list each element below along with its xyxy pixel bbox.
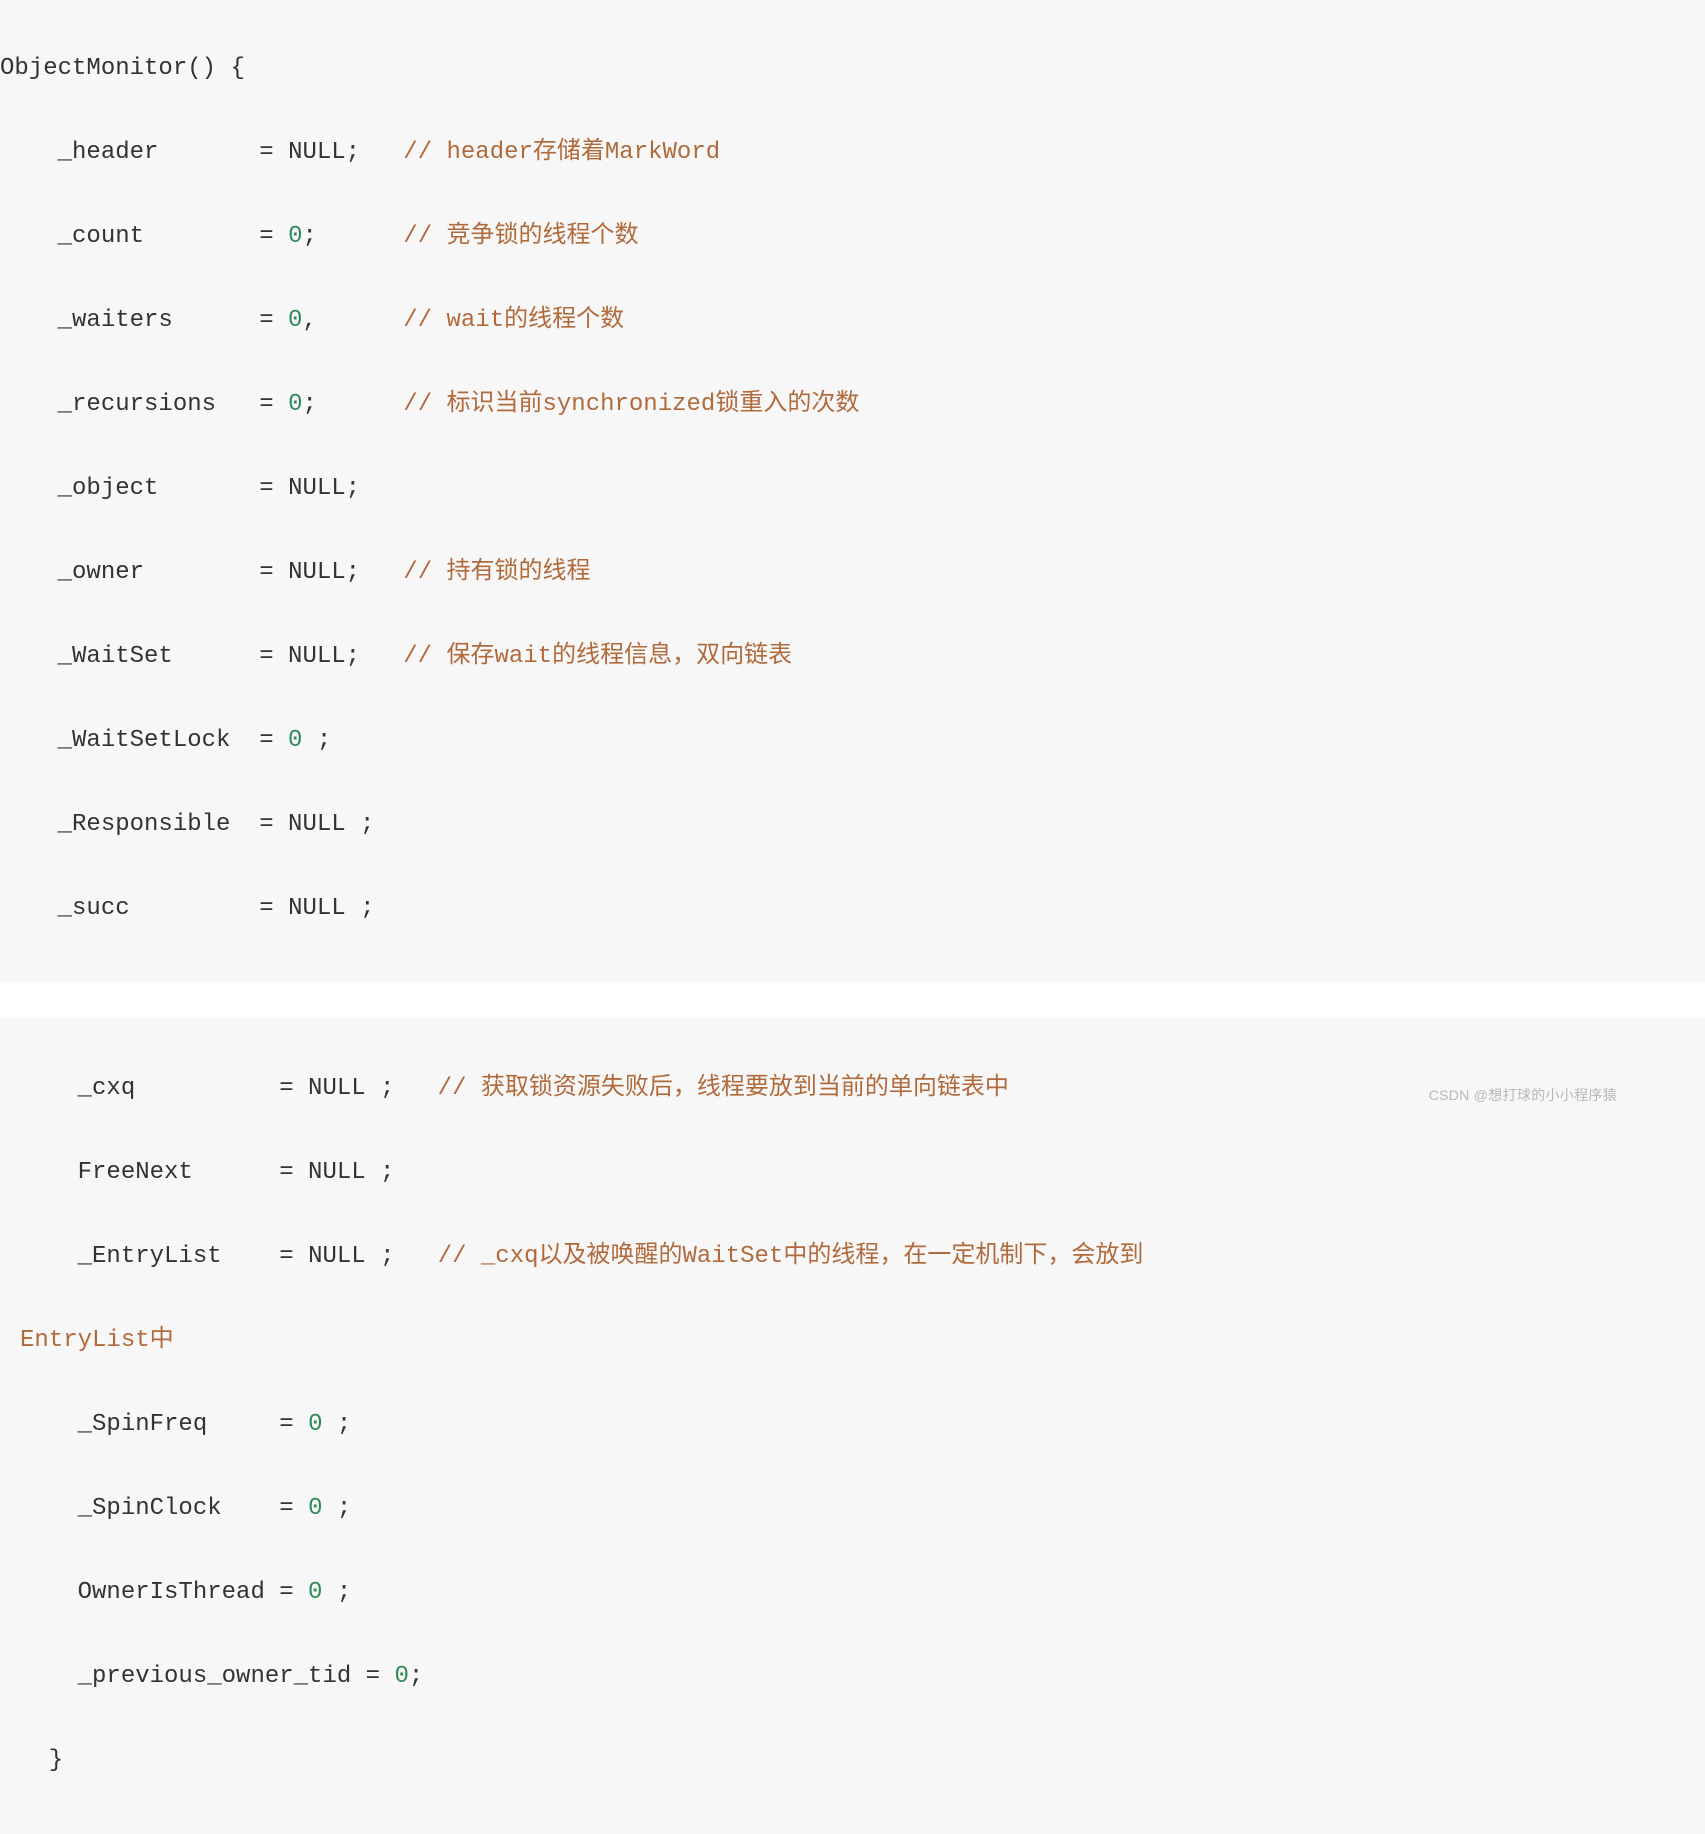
code-line: FreeNext = NULL ; — [20, 1152, 1705, 1194]
num-value: 0 — [308, 1579, 322, 1606]
comment: // 获取锁资源失败后，线程要放到当前的单向链表中 — [394, 1075, 1008, 1102]
field-header: _header — [0, 139, 158, 166]
field-waitsetlock: _WaitSetLock — [0, 727, 230, 754]
equals-op: = — [216, 391, 288, 418]
semicolon: ; — [322, 1411, 351, 1438]
field-prev-owner-tid: _previous_owner_tid = — [20, 1663, 394, 1690]
comment: // 标识当前synchronized锁重入的次数 — [317, 391, 859, 418]
field-succ: _succ — [0, 895, 130, 922]
code-line: _WaitSet = NULL; // 保存wait的线程信息，双向链表 — [0, 636, 1705, 678]
code-line: _owner = NULL; // 持有锁的线程 — [0, 552, 1705, 594]
num-value: 0 — [308, 1411, 322, 1438]
field-count: _count — [0, 223, 144, 250]
close-brace: } — [20, 1747, 63, 1774]
semicolon: ; — [322, 1495, 351, 1522]
code-block-2: _cxq = NULL ; // 获取锁资源失败后，线程要放到当前的单向链表中 … — [0, 1018, 1705, 1834]
null-value: NULL; — [288, 139, 360, 166]
equals-op: = — [222, 1243, 308, 1270]
num-value: 0 — [288, 307, 302, 334]
comment: // 保存wait的线程信息，双向链表 — [360, 643, 792, 670]
comment: // 持有锁的线程 — [360, 559, 590, 586]
equals-op: = — [222, 1495, 308, 1522]
code-line: _object = NULL; — [0, 468, 1705, 510]
field-waiters: _waiters — [0, 307, 173, 334]
code-line: _count = 0; // 竞争锁的线程个数 — [0, 216, 1705, 258]
code-line: } — [20, 1740, 1705, 1782]
equals-op: = — [173, 307, 288, 334]
equals-op: = — [135, 1075, 308, 1102]
field-recursions: _recursions — [0, 391, 216, 418]
field-spinclock: _SpinClock — [20, 1495, 222, 1522]
null-value: NULL ; — [288, 895, 374, 922]
field-owner: _owner — [0, 559, 144, 586]
equals-op: = — [230, 811, 288, 838]
field-spinfreq: _SpinFreq — [20, 1411, 207, 1438]
code-line: _succ = NULL ; — [0, 888, 1705, 930]
semicolon: ; — [409, 1663, 423, 1690]
null-value: NULL; — [288, 559, 360, 586]
num-value: 0 — [288, 391, 302, 418]
equals-op: = — [207, 1411, 308, 1438]
equals-op: = — [173, 643, 288, 670]
equals-op: = — [144, 223, 288, 250]
null-value: NULL ; — [308, 1159, 394, 1186]
comment: // 竞争锁的线程个数 — [317, 223, 639, 250]
field-owneristhread: OwnerIsThread = — [20, 1579, 308, 1606]
code-line: _WaitSetLock = 0 ; — [0, 720, 1705, 762]
code-line: _SpinFreq = 0 ; — [20, 1404, 1705, 1446]
null-value: NULL ; — [308, 1243, 394, 1270]
num-value: 0 — [288, 223, 302, 250]
code-line: _recursions = 0; // 标识当前synchronized锁重入的… — [0, 384, 1705, 426]
null-value: NULL; — [288, 475, 360, 502]
field-object: _object — [0, 475, 158, 502]
code-line: _Responsible = NULL ; — [0, 804, 1705, 846]
code-line: _EntryList = NULL ; // _cxq以及被唤醒的WaitSet… — [20, 1236, 1705, 1278]
equals-op: = — [130, 895, 288, 922]
num-value: 0 — [308, 1495, 322, 1522]
code-line: ObjectMonitor() { — [0, 48, 1705, 90]
comment: // _cxq以及被唤醒的WaitSet中的线程，在一定机制下，会放到 — [394, 1243, 1143, 1270]
comma: , — [302, 307, 316, 334]
code-line: _previous_owner_tid = 0; — [20, 1656, 1705, 1698]
semicolon: ; — [302, 727, 331, 754]
code-line: _SpinClock = 0 ; — [20, 1488, 1705, 1530]
num-value: 0 — [394, 1663, 408, 1690]
null-value: NULL; — [288, 643, 360, 670]
equals-op: = — [158, 139, 288, 166]
semicolon: ; — [322, 1579, 351, 1606]
watermark: CSDN @想打球的小小程序猿 — [1429, 1083, 1617, 1108]
equals-op: = — [158, 475, 288, 502]
code-line: EntryList中 — [20, 1320, 1705, 1362]
code-block-1: ObjectMonitor() { _header = NULL; // hea… — [0, 0, 1705, 982]
field-freenext: FreeNext — [20, 1159, 193, 1186]
code-text: ObjectMonitor() { — [0, 55, 245, 82]
semicolon: ; — [302, 223, 316, 250]
code-line: OwnerIsThread = 0 ; — [20, 1572, 1705, 1614]
comment: // wait的线程个数 — [317, 307, 624, 334]
field-responsible: _Responsible — [0, 811, 230, 838]
field-entrylist: _EntryList — [20, 1243, 222, 1270]
equals-op: = — [144, 559, 288, 586]
null-value: NULL ; — [288, 811, 374, 838]
comment: // header存储着MarkWord — [360, 139, 720, 166]
equals-op: = — [230, 727, 288, 754]
semicolon: ; — [302, 391, 316, 418]
num-value: 0 — [288, 727, 302, 754]
field-cxq: _cxq — [20, 1075, 135, 1102]
code-line: _waiters = 0, // wait的线程个数 — [0, 300, 1705, 342]
field-waitset: _WaitSet — [0, 643, 173, 670]
code-line: _header = NULL; // header存储着MarkWord — [0, 132, 1705, 174]
comment-continuation: EntryList中 — [20, 1327, 174, 1354]
equals-op: = — [193, 1159, 308, 1186]
null-value: NULL ; — [308, 1075, 394, 1102]
